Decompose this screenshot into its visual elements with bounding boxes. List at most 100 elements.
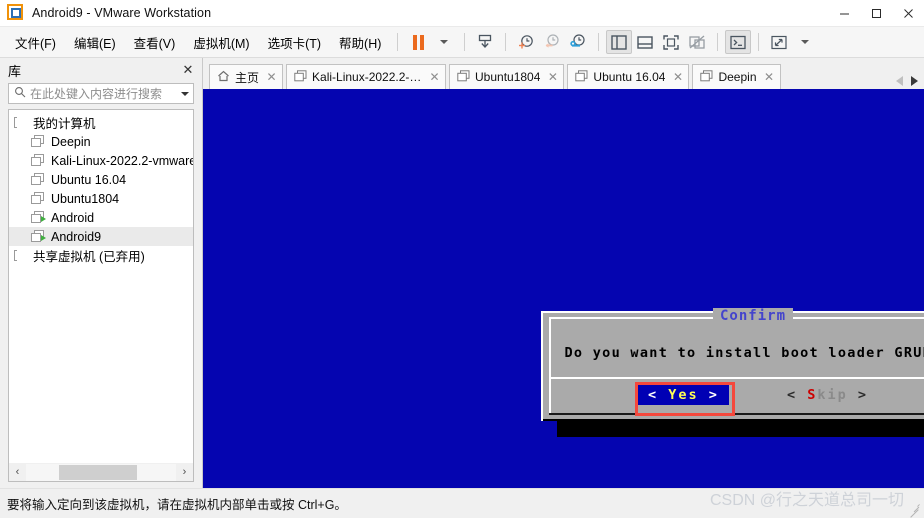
chevron-down-icon <box>181 91 189 96</box>
snapshot-revert-icon <box>545 34 559 48</box>
home-icon <box>217 70 230 85</box>
library-close-button[interactable]: ✕ <box>180 62 196 78</box>
sidebar-horizontal-scrollbar[interactable]: ‹ › <box>8 463 194 482</box>
tab-close-icon[interactable]: ✕ <box>763 70 776 84</box>
tab-ubuntu-1604[interactable]: Ubuntu 16.04 ✕ <box>567 64 690 89</box>
library-sidebar: 库 ✕ 在此处键入内容进行搜索 我的计算机 Deepin Kali-Linux-… <box>0 58 203 488</box>
resize-grip[interactable] <box>907 502 921 518</box>
show-library-button[interactable] <box>606 30 633 54</box>
dialog-title: Confirm <box>712 308 794 324</box>
vm-icon <box>294 69 307 85</box>
dialog-button-row: < Yes > < Skip > <box>549 385 924 405</box>
toolbar-separator <box>397 33 399 51</box>
menu-edit[interactable]: 编辑(E) <box>65 30 125 55</box>
take-snapshot-button[interactable] <box>513 30 539 54</box>
tree-item-label: Kali-Linux-2022.2-vmware-a <box>51 153 193 168</box>
search-dropdown-button[interactable] <box>177 91 193 96</box>
menu-tabs[interactable]: 选项卡(T) <box>259 30 330 55</box>
title-bar: Android9 - VMware Workstation <box>0 0 924 27</box>
close-button[interactable] <box>892 0 924 26</box>
tab-close-icon[interactable]: ✕ <box>428 70 441 84</box>
toolbar-separator <box>505 33 507 51</box>
scroll-left-button[interactable]: ‹ <box>9 464 26 481</box>
tree-item-ubuntu1804[interactable]: Ubuntu1804 <box>9 189 193 208</box>
vm-console-screen[interactable]: Confirm Do you want to install boot load… <box>203 89 924 488</box>
power-dropdown[interactable] <box>431 30 457 54</box>
pause-icon <box>412 34 424 50</box>
tree-item-ubuntu-1604[interactable]: Ubuntu 16.04 <box>9 170 193 189</box>
search-icon <box>14 86 26 101</box>
vm-icon <box>31 192 45 205</box>
tree-item-label: Android <box>51 210 95 225</box>
vm-icon <box>575 69 588 85</box>
tab-close-icon[interactable]: ✕ <box>546 70 559 84</box>
tab-kali-linux[interactable]: Kali-Linux-2022.2-vmware-am... ✕ <box>286 64 447 89</box>
library-header: 库 ✕ <box>0 58 202 82</box>
tree-item-label: Ubuntu 16.04 <box>51 172 127 187</box>
toolbar-separator <box>717 33 719 51</box>
scrollbar-track[interactable] <box>26 463 176 481</box>
vm-icon <box>457 69 470 85</box>
enter-fullscreen-button[interactable] <box>658 30 684 54</box>
vm-settings-icon <box>479 34 492 48</box>
unity-disabled-icon <box>689 35 706 49</box>
tree-item-android9[interactable]: Android9 <box>9 227 193 246</box>
pause-button[interactable] <box>405 30 431 54</box>
tree-item-label: Android9 <box>51 229 102 244</box>
tab-label: Ubuntu1804 <box>475 70 541 84</box>
stretch-dropdown[interactable] <box>792 30 818 54</box>
manage-vm-button[interactable] <box>472 30 498 54</box>
vm-running-icon <box>31 211 46 224</box>
vm-icon <box>31 135 45 148</box>
vm-icon <box>31 154 45 167</box>
chevron-down-icon <box>801 40 810 44</box>
status-message: 要将输入定向到该虚拟机，请在虚拟机内部单击或按 Ctrl+G。 <box>7 498 347 512</box>
unity-mode-button <box>684 30 710 54</box>
menu-help[interactable]: 帮助(H) <box>330 30 390 55</box>
vm-running-icon <box>31 230 46 243</box>
snapshot-manager-button[interactable] <box>565 30 591 54</box>
scrollbar-thumb[interactable] <box>59 464 137 480</box>
terminal-icon <box>730 35 747 49</box>
dialog-message: Do you want to install boot loader GRUB? <box>564 345 924 361</box>
tab-label: Ubuntu 16.04 <box>593 70 666 84</box>
show-console-view-button[interactable] <box>632 30 658 54</box>
tree-item-deepin[interactable]: Deepin <box>9 132 193 151</box>
window-title: Android9 - VMware Workstation <box>32 6 212 20</box>
sidebar-panel-icon <box>611 34 628 50</box>
menu-view[interactable]: 查看(V) <box>125 30 185 55</box>
scroll-right-arrow[interactable] <box>911 76 918 86</box>
tab-home[interactable]: 主页 ✕ <box>209 64 284 89</box>
tab-label: Deepin <box>718 70 757 84</box>
tab-close-icon[interactable]: ✕ <box>265 70 278 84</box>
skip-button[interactable]: < Skip > <box>787 387 868 403</box>
maximize-button[interactable] <box>860 0 892 26</box>
my-computer-icon <box>14 116 27 129</box>
scroll-right-button[interactable]: › <box>176 464 193 481</box>
tree-item-android[interactable]: Android <box>9 208 193 227</box>
bottom-panel-icon <box>637 35 654 49</box>
tree-item-label: Ubuntu1804 <box>51 191 120 206</box>
tab-close-icon[interactable]: ✕ <box>671 70 684 84</box>
toolbar-separator <box>598 33 600 51</box>
send-keys-button[interactable] <box>725 30 752 54</box>
menu-file[interactable]: 文件(F) <box>6 30 65 55</box>
vm-tree: 我的计算机 Deepin Kali-Linux-2022.2-vmware-a … <box>8 109 194 463</box>
toolbar-separator <box>758 33 760 51</box>
menu-vm[interactable]: 虚拟机(M) <box>184 30 258 55</box>
tree-item-kali-linux[interactable]: Kali-Linux-2022.2-vmware-a <box>9 151 193 170</box>
chevron-down-icon <box>440 40 449 44</box>
shared-vms-icon <box>14 249 27 262</box>
fullscreen-icon <box>663 34 680 50</box>
minimize-button[interactable] <box>828 0 860 26</box>
tab-deepin[interactable]: Deepin ✕ <box>692 64 781 89</box>
window-controls <box>828 0 924 26</box>
tree-item-my-computer[interactable]: 我的计算机 <box>9 113 193 132</box>
skip-label-rest: kip <box>817 387 848 403</box>
tree-item-shared-vms[interactable]: 共享虚拟机 (已弃用) <box>9 246 193 265</box>
search-input[interactable]: 在此处键入内容进行搜索 <box>30 85 177 102</box>
stretch-view-button[interactable] <box>766 30 792 54</box>
bracket-left: < <box>786 387 798 403</box>
tab-ubuntu1804[interactable]: Ubuntu1804 ✕ <box>449 64 565 89</box>
search-box[interactable]: 在此处键入内容进行搜索 <box>8 83 194 104</box>
